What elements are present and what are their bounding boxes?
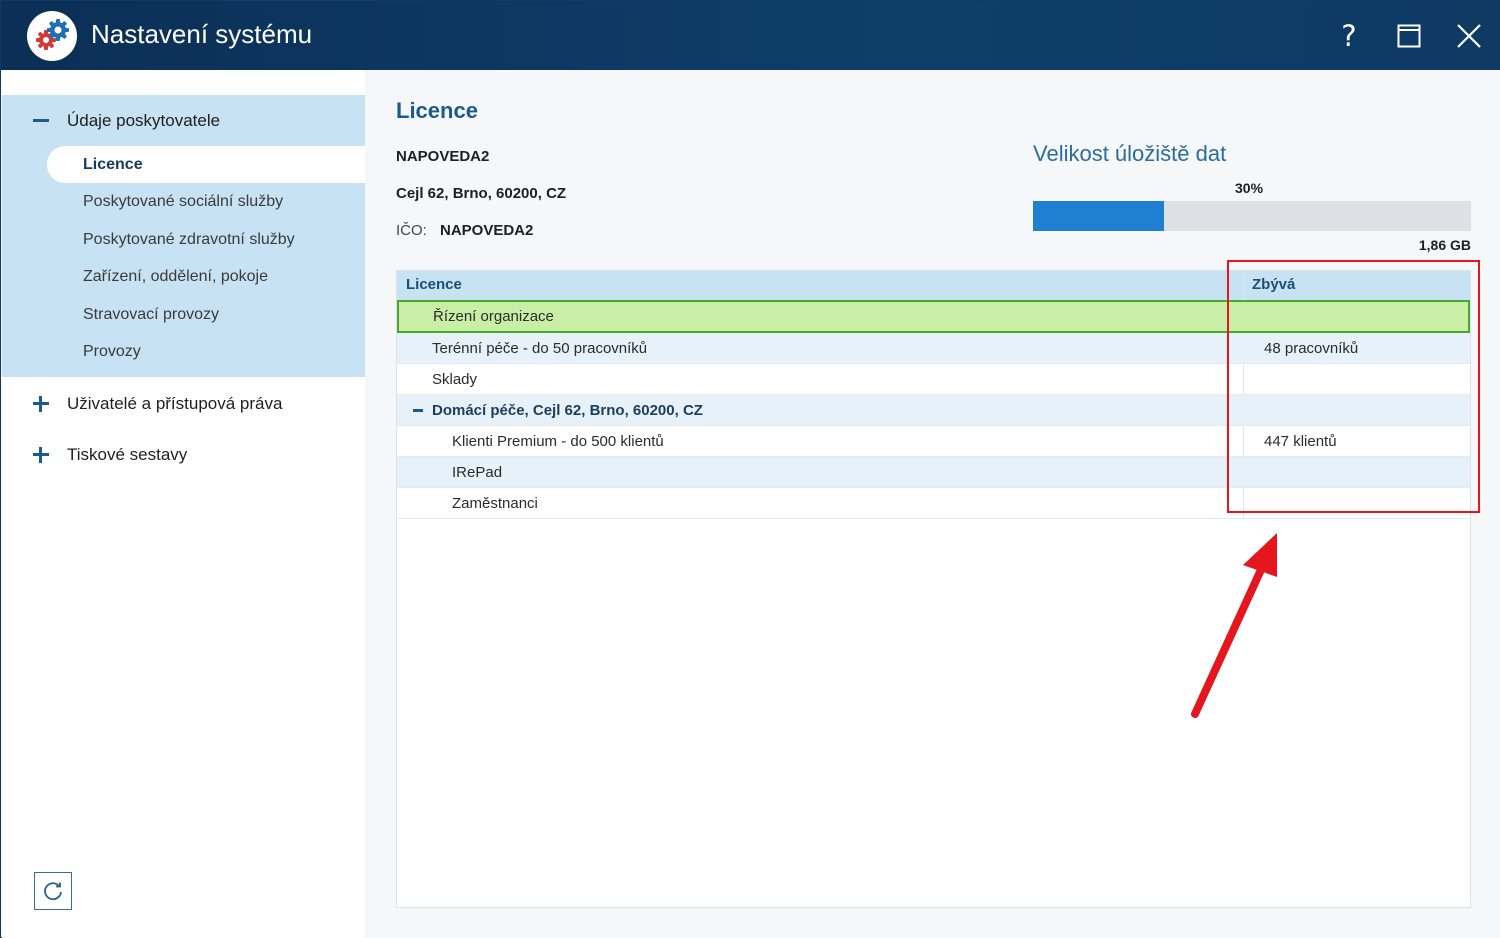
storage-progress-fill [1033, 201, 1165, 231]
table-row[interactable]: Sklady [397, 364, 1470, 395]
close-icon [1457, 24, 1481, 48]
window-title: Nastavení systému [91, 19, 313, 49]
settings-window: Nastavení systému ? Údaje poskytovatele … [0, 0, 1500, 938]
sidebar-group-label: Údaje poskytovatele [67, 111, 221, 130]
sidebar-item-zdravotni-sluzby[interactable]: Poskytované zdravotní služby [47, 221, 365, 258]
maximize-icon [1397, 24, 1421, 48]
table-group-row[interactable]: Domácí péče, Cejl 62, Brno, 60200, CZ [397, 395, 1470, 426]
sidebar-item-label: Provozy [83, 342, 141, 360]
table-row[interactable]: Řízení organizace [397, 300, 1470, 333]
main-content: Licence NAPOVEDA2 Cejl 62, Brno, 60200, … [365, 70, 1500, 938]
sidebar-item-socialni-sluzby[interactable]: Poskytované sociální služby [47, 183, 365, 220]
provider-address: Cejl 62, Brno, 60200, CZ [396, 185, 567, 202]
close-button[interactable] [1446, 13, 1492, 59]
expand-icon [32, 395, 50, 413]
table-row[interactable]: Zaměstnanci [397, 488, 1470, 519]
table-row[interactable]: IRePad [397, 457, 1470, 488]
table-header: Licence Zbývá [397, 271, 1470, 300]
sidebar-item-label: Poskytované zdravotní služby [83, 230, 295, 248]
provider-name: NAPOVEDA2 [396, 148, 490, 165]
table-row[interactable]: Klienti Premium - do 500 klientů 447 kli… [397, 426, 1470, 457]
storage-title: Velikost úložiště dat [1033, 141, 1227, 166]
ico-label: IČO: [396, 222, 427, 239]
column-header-zbyva[interactable]: Zbývá [1252, 276, 1295, 293]
sidebar-item-label: Licence [83, 155, 143, 173]
storage-percent: 30% [1235, 180, 1264, 196]
help-button[interactable]: ? [1326, 13, 1372, 59]
collapse-icon [32, 112, 50, 130]
sidebar-item-stravovaci-provozy[interactable]: Stravovací provozy [47, 296, 365, 333]
storage-progress-bar [1033, 201, 1471, 231]
collapse-icon[interactable] [413, 409, 423, 412]
sidebar-group-label: Uživatelé a přístupová práva [67, 394, 283, 413]
sidebar: Údaje poskytovatele Licence Poskytované … [2, 70, 365, 938]
maximize-button[interactable] [1386, 13, 1432, 59]
licence-cell: Řízení organizace [433, 308, 554, 325]
ico-value: NAPOVEDA2 [440, 222, 534, 239]
licence-cell: Terénní péče - do 50 pracovníků [432, 340, 648, 357]
sidebar-item-licence[interactable]: Licence [47, 146, 365, 183]
zbyva-cell: 48 pracovníků [1264, 340, 1359, 357]
zbyva-cell: 447 klientů [1264, 433, 1337, 450]
licence-cell: Klienti Premium - do 500 klientů [452, 433, 664, 450]
sidebar-group-uzivatele[interactable]: Uživatelé a přístupová práva [2, 380, 365, 428]
expand-icon [32, 446, 50, 464]
sidebar-item-label: Zařízení, oddělení, pokoje [83, 267, 269, 285]
gears-icon [27, 11, 77, 61]
sidebar-item-label: Poskytované sociální služby [83, 192, 284, 210]
licence-cell: IRePad [452, 464, 503, 481]
sidebar-group-label: Tiskové sestavy [67, 445, 188, 464]
section-title: Licence [396, 98, 478, 123]
storage-size: 1,86 GB [1418, 237, 1471, 253]
sidebar-item-provozy[interactable]: Provozy [47, 333, 365, 370]
sidebar-group-udaje: Údaje poskytovatele Licence Poskytované … [2, 95, 365, 377]
sidebar-item-zarizeni[interactable]: Zařízení, oddělení, pokoje [47, 258, 365, 295]
sidebar-item-label: Stravovací provozy [83, 305, 220, 323]
licence-cell: Zaměstnanci [452, 495, 538, 512]
refresh-button[interactable] [34, 872, 72, 910]
table-row[interactable]: Terénní péče - do 50 pracovníků 48 praco… [397, 333, 1470, 364]
licence-cell: Domácí péče, Cejl 62, Brno, 60200, CZ [432, 402, 703, 419]
licence-cell: Sklady [432, 371, 478, 388]
sidebar-group-header-udaje[interactable]: Údaje poskytovatele [2, 97, 365, 145]
licence-table: Licence Zbývá Řízení organizace Terénní … [396, 270, 1471, 908]
title-bar: Nastavení systému ? [1, 1, 1500, 70]
sidebar-group-tiskove-sestavy[interactable]: Tiskové sestavy [2, 431, 365, 479]
column-header-licence[interactable]: Licence [406, 276, 462, 293]
refresh-icon [44, 882, 62, 901]
